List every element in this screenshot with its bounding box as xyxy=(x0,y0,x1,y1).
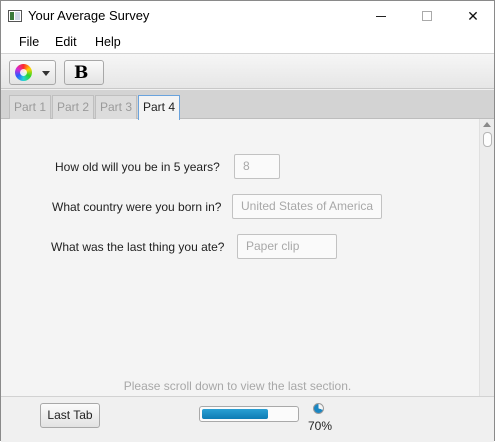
scroll-up-icon[interactable] xyxy=(483,122,491,127)
color-wheel-icon xyxy=(15,64,32,81)
app-icon xyxy=(8,10,22,22)
window-title: Your Average Survey xyxy=(28,8,150,23)
menu-bar: File Edit Help xyxy=(1,31,494,53)
question-country-label: What country were you born in? xyxy=(52,200,222,214)
tab-part-1[interactable]: Part 1 xyxy=(9,95,51,119)
age-input[interactable]: 8 xyxy=(234,154,280,179)
food-input[interactable]: Paper clip xyxy=(237,234,337,259)
progress-indicator-icon xyxy=(313,403,324,414)
bold-button[interactable]: B xyxy=(64,60,104,85)
menu-file[interactable]: File xyxy=(19,35,39,49)
vertical-scrollbar[interactable] xyxy=(479,119,494,396)
last-tab-button[interactable]: Last Tab xyxy=(40,403,100,428)
menu-edit[interactable]: Edit xyxy=(55,35,77,49)
tab-part-3[interactable]: Part 3 xyxy=(95,95,137,119)
scroll-thumb[interactable] xyxy=(483,132,492,147)
color-picker-button[interactable] xyxy=(9,60,56,85)
title-bar: Your Average Survey ✕ xyxy=(1,1,494,31)
toolbar: B xyxy=(1,53,494,89)
tab-part-4[interactable]: Part 4 xyxy=(138,95,180,120)
close-button[interactable]: ✕ xyxy=(450,1,496,31)
country-input[interactable]: United States of America xyxy=(232,194,382,219)
app-window: Your Average Survey ✕ File Edit Help B P… xyxy=(0,0,495,442)
tab-strip: Part 1 Part 2 Part 3 Part 4 xyxy=(1,90,494,120)
close-icon: ✕ xyxy=(467,7,479,24)
progress-bar xyxy=(199,406,299,422)
maximize-icon xyxy=(422,11,432,21)
minimize-button[interactable] xyxy=(358,1,404,31)
question-food-label: What was the last thing you ate? xyxy=(51,240,225,254)
chevron-down-icon xyxy=(42,71,50,76)
bold-icon: B xyxy=(74,63,88,83)
tab-part-2[interactable]: Part 2 xyxy=(52,95,94,119)
progress-fill xyxy=(202,409,268,419)
minimize-icon xyxy=(376,15,386,17)
bottom-bar: Last Tab 70% xyxy=(1,396,494,442)
menu-help[interactable]: Help xyxy=(95,35,121,49)
question-age-label: How old will you be in 5 years? xyxy=(55,160,220,174)
maximize-button[interactable] xyxy=(404,1,450,31)
progress-percent: 70% xyxy=(308,419,333,433)
scroll-hint: Please scroll down to view the last sect… xyxy=(123,379,352,393)
tab-content-part-4: How old will you be in 5 years? 8 What c… xyxy=(1,119,494,396)
